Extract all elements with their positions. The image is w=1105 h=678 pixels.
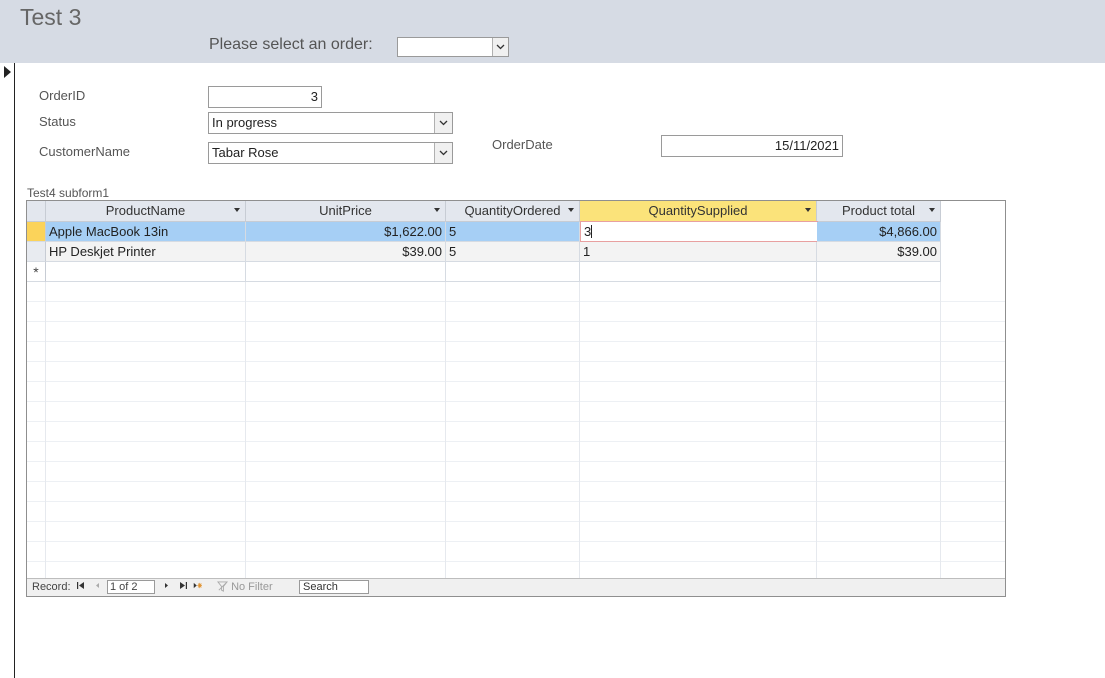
form-title: Test 3: [20, 4, 82, 30]
subform-label: Test4 subform1: [27, 186, 110, 200]
sort-dropdown-icon[interactable]: [805, 208, 811, 212]
record-label: Record:: [32, 581, 71, 593]
customer-name-combobox[interactable]: Tabar Rose: [208, 142, 453, 164]
new-cell[interactable]: [817, 262, 941, 282]
sort-dropdown-icon[interactable]: [234, 208, 240, 212]
cell-unit-price[interactable]: $39.00: [246, 242, 446, 262]
form-header: Test 3 Please select an order:: [0, 0, 1105, 63]
current-record-arrow-icon: [4, 66, 11, 78]
cell-product-total[interactable]: $39.00: [817, 242, 941, 262]
column-header-label: ProductName: [105, 203, 186, 218]
cell-product-name[interactable]: HP Deskjet Printer: [46, 242, 246, 262]
status-label: Status: [39, 114, 76, 129]
status-value: In progress: [212, 115, 278, 130]
status-dropdown-button[interactable]: [434, 113, 452, 133]
last-record-icon: [180, 582, 187, 589]
sort-dropdown-icon[interactable]: [568, 208, 574, 212]
new-record-marker[interactable]: *: [27, 262, 46, 282]
cell-unit-price[interactable]: $1,622.00: [246, 222, 446, 242]
cell-product-name[interactable]: Apple MacBook 13in: [46, 222, 246, 242]
column-header-unit-price[interactable]: UnitPrice: [246, 201, 446, 222]
new-record-button[interactable]: [193, 581, 202, 594]
select-order-label: Please select an order:: [209, 36, 373, 53]
record-navigation-bar: Record: 1 of 2 No Filter Search: [27, 578, 1005, 596]
first-record-button[interactable]: [76, 581, 85, 594]
no-filter-icon: [216, 581, 229, 592]
row-selector[interactable]: [27, 222, 46, 242]
customer-name-label: CustomerName: [39, 144, 131, 159]
order-select-combobox[interactable]: [397, 37, 509, 57]
previous-record-icon: [96, 583, 99, 588]
column-header-quantity-supplied[interactable]: QuantitySupplied: [580, 201, 817, 222]
cell-quantity-supplied: 3: [584, 224, 592, 239]
first-record-icon: [77, 582, 84, 589]
column-header-label: Product total: [842, 203, 915, 218]
cell-quantity-ordered[interactable]: 5: [446, 242, 580, 262]
customer-name-value: Tabar Rose: [212, 145, 279, 160]
cell-quantity-supplied[interactable]: 1: [580, 242, 817, 262]
customer-name-dropdown-button[interactable]: [434, 143, 452, 163]
chevron-down-icon: [496, 44, 505, 50]
cell-product-total[interactable]: $4,866.00: [817, 222, 941, 242]
new-cell[interactable]: [446, 262, 580, 282]
next-record-button[interactable]: [162, 581, 171, 594]
new-cell[interactable]: [46, 262, 246, 282]
chevron-down-icon: [439, 120, 448, 126]
new-cell[interactable]: [580, 262, 817, 282]
next-record-icon: [165, 583, 168, 588]
order-select-dropdown-button[interactable]: [492, 38, 508, 56]
last-record-button[interactable]: [179, 581, 188, 594]
order-id-label: OrderID: [39, 88, 86, 103]
subform-datasheet[interactable]: ProductName UnitPrice QuantityOrdered Qu…: [26, 200, 1006, 597]
new-cell[interactable]: [246, 262, 446, 282]
no-filter-label: No Filter: [231, 581, 273, 593]
column-header-product-total[interactable]: Product total: [817, 201, 941, 222]
order-date-field[interactable]: 15/11/2021: [661, 135, 843, 157]
sort-dropdown-icon[interactable]: [434, 208, 440, 212]
new-record-icon: [193, 582, 202, 589]
previous-record-button[interactable]: [93, 581, 102, 594]
column-header-label: UnitPrice: [319, 203, 372, 218]
order-date-label: OrderDate: [492, 137, 553, 152]
cell-quantity-ordered[interactable]: 5: [446, 222, 580, 242]
record-selector[interactable]: [0, 63, 15, 678]
column-header-label: QuantityOrdered: [464, 203, 561, 218]
order-id-field[interactable]: 3: [208, 86, 322, 108]
row-selector[interactable]: [27, 242, 46, 262]
column-header-product-name[interactable]: ProductName: [46, 201, 246, 222]
text-caret: [591, 225, 593, 238]
status-combobox[interactable]: In progress: [208, 112, 453, 134]
select-all-corner[interactable]: [27, 201, 46, 222]
column-header-quantity-ordered[interactable]: QuantityOrdered: [446, 201, 580, 222]
search-box[interactable]: Search: [299, 580, 369, 594]
chevron-down-icon: [439, 150, 448, 156]
column-header-label: QuantitySupplied: [648, 203, 748, 218]
current-record-input[interactable]: 1 of 2: [107, 580, 155, 594]
filter-indicator[interactable]: No Filter: [216, 581, 273, 594]
cell-quantity-supplied-editing[interactable]: 3: [580, 221, 818, 242]
sort-dropdown-icon[interactable]: [929, 208, 935, 212]
